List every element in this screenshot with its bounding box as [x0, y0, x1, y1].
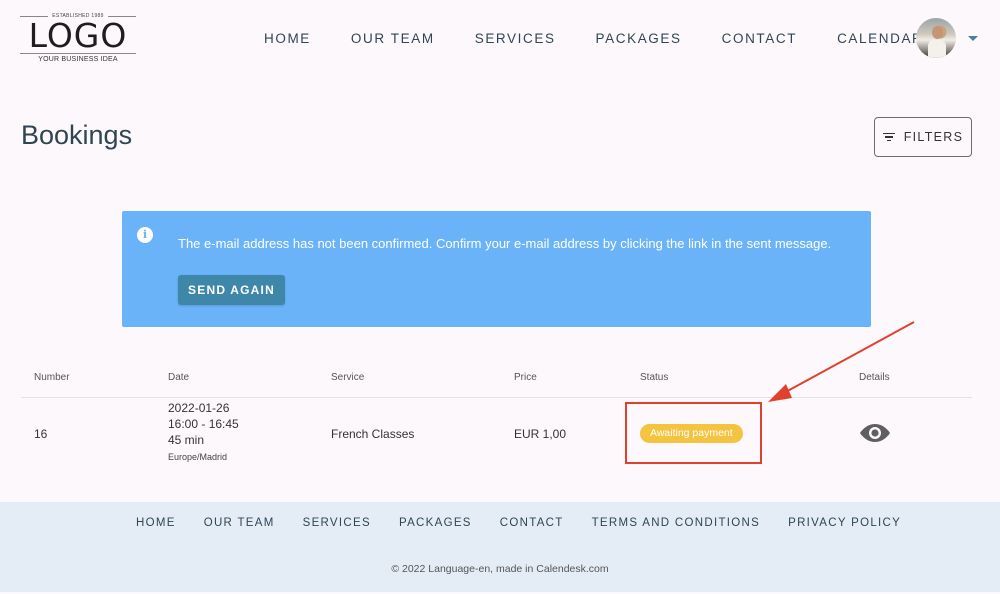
- site-footer: HOME OUR TEAM SERVICES PACKAGES CONTACT …: [0, 502, 1000, 592]
- column-header-price: Price: [514, 372, 537, 383]
- filters-label: FILTERS: [903, 130, 964, 144]
- booking-service: French Classes: [331, 427, 415, 441]
- footer-nav-packages[interactable]: PACKAGES: [399, 517, 472, 529]
- nav-packages[interactable]: PACKAGES: [596, 31, 682, 46]
- annotation-arrow: [768, 321, 915, 402]
- user-avatar[interactable]: [916, 18, 956, 58]
- caret-down-icon[interactable]: [968, 36, 978, 41]
- column-header-details: Details: [859, 372, 890, 383]
- footer-nav-privacy[interactable]: PRIVACY POLICY: [788, 517, 901, 529]
- info-icon: i: [137, 227, 153, 243]
- column-header-status: Status: [640, 372, 669, 383]
- column-header-number: Number: [34, 372, 70, 383]
- booking-date: 2022-01-26: [168, 401, 230, 415]
- column-header-date: Date: [168, 372, 190, 383]
- filters-button[interactable]: FILTERS: [874, 117, 972, 157]
- footer-nav-home[interactable]: HOME: [136, 517, 176, 529]
- footer-nav-terms[interactable]: TERMS AND CONDITIONS: [592, 517, 760, 529]
- booking-time: 16:00 - 16:45: [168, 417, 239, 431]
- footer-nav-our-team[interactable]: OUR TEAM: [204, 517, 275, 529]
- main-nav: HOME OUR TEAM SERVICES PACKAGES CONTACT …: [264, 31, 963, 46]
- footer-nav-services[interactable]: SERVICES: [303, 517, 371, 529]
- avatar-head: [932, 26, 943, 39]
- nav-services[interactable]: SERVICES: [475, 31, 556, 46]
- logo-wordmark: LOGO: [28, 16, 128, 55]
- eye-icon[interactable]: [859, 422, 891, 444]
- booking-duration: 45 min: [168, 433, 205, 447]
- table-header-divider: [21, 397, 972, 398]
- filter-list-icon: [882, 132, 895, 142]
- copyright-text: © 2022 Language-en, made in Calendesk.co…: [391, 563, 609, 575]
- nav-calendar[interactable]: CALENDAR: [837, 31, 923, 46]
- nav-contact[interactable]: CONTACT: [722, 31, 797, 46]
- avatar-body: [928, 40, 946, 58]
- booking-number: 16: [34, 427, 48, 441]
- status-chip: Awaiting payment: [640, 424, 743, 443]
- email-confirmation-alert: i The e-mail address has not been confir…: [122, 211, 871, 327]
- logo-tagline: YOUR BUSINESS IDEA: [38, 56, 118, 63]
- footer-nav: HOME OUR TEAM SERVICES PACKAGES CONTACT …: [136, 517, 929, 529]
- logo-divider: [20, 53, 136, 54]
- logo[interactable]: ESTABLISHED 1989 LOGO YOUR BUSINESS IDEA: [18, 12, 138, 68]
- nav-home[interactable]: HOME: [264, 31, 311, 46]
- alert-message: The e-mail address has not been confirme…: [178, 236, 832, 251]
- column-header-service: Service: [331, 372, 365, 383]
- booking-price: EUR 1,00: [514, 427, 567, 441]
- footer-nav-contact[interactable]: CONTACT: [500, 517, 564, 529]
- site-header: ESTABLISHED 1989 LOGO YOUR BUSINESS IDEA…: [0, 0, 1000, 80]
- nav-our-team[interactable]: OUR TEAM: [351, 31, 435, 46]
- booking-timezone: Europe/Madrid: [168, 452, 228, 462]
- booking-date-cell: 2022-01-26 16:00 - 16:45 45 min Europe/M…: [168, 400, 239, 466]
- send-again-button[interactable]: SEND AGAIN: [178, 275, 285, 305]
- page-title: Bookings: [21, 120, 133, 150]
